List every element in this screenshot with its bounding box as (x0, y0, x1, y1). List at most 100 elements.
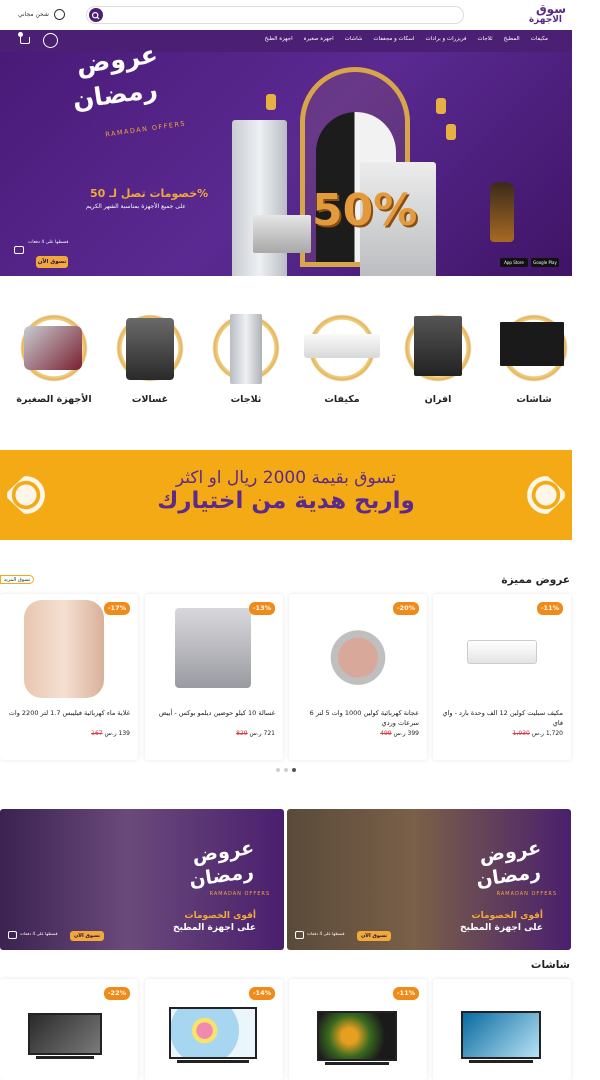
current-price: 721 ر.س (249, 730, 276, 737)
microwave-image (253, 215, 311, 253)
logo-line1: سوق (535, 2, 566, 16)
category-label: مكيفات (324, 394, 360, 405)
nav-item[interactable]: شاشات (345, 36, 363, 42)
banner-line2: على اجهزة المطبخ (172, 923, 256, 933)
discount-badge: -13% (249, 602, 275, 615)
tv-stand (36, 1056, 94, 1059)
ac-icon (304, 334, 380, 358)
hero-discount-sub: على جميع الأجهزة بمناسبة الشهر الكريم (86, 203, 186, 210)
banner-line1: أقوى الخصومات (184, 911, 256, 921)
lantern-icon (490, 182, 514, 242)
discount-badge: -11% (537, 602, 563, 615)
old-price: 167 (91, 730, 103, 737)
washer-icon (126, 318, 174, 380)
free-shipping-label[interactable]: شحن مجاني (18, 11, 49, 18)
tv-image[interactable] (28, 1013, 102, 1055)
product-image[interactable] (175, 608, 251, 688)
hero-installment-text: قسطها على 4 دفعات (28, 240, 69, 245)
screens-title: شاشات (530, 959, 570, 971)
ramadan-banner[interactable]: عروض رمضان RAMADAN OFFERS أقوى الخصومات على … (287, 809, 571, 950)
product-price: 1,720 ر.س 1,930 (513, 730, 563, 737)
installment-icon (14, 246, 24, 254)
tv-stand (177, 1060, 249, 1063)
ramadan-banner[interactable]: عروض رمضان RAMADAN OFFERS أقوى الخصومات على … (0, 809, 284, 950)
category-label: غسالات (131, 394, 169, 405)
banner-shop-button[interactable]: تسوق الآن (357, 931, 391, 941)
tv-image[interactable] (461, 1011, 541, 1059)
nav-item[interactable]: ثلاجات (478, 36, 493, 42)
installment-icon (295, 931, 304, 939)
promo-line2: واربح هدية من اختيارك (157, 488, 415, 514)
product-price: 721 ر.س 829 (236, 730, 275, 737)
cart-icon[interactable] (20, 37, 30, 44)
banner-shop-button[interactable]: تسوق الآن (70, 931, 104, 941)
current-price: 139 ر.س (104, 730, 131, 737)
product-price: 399 ر.س 499 (380, 730, 419, 737)
tv-image[interactable] (317, 1011, 397, 1061)
small-appliances-icon (24, 326, 82, 370)
user-icon[interactable] (43, 33, 58, 48)
current-price: 1,720 ر.س (531, 730, 563, 737)
product-name[interactable]: غلاية ماء كهربائية فيليبس 1.7 لتر 2200 و… (8, 708, 130, 718)
nav-item[interactable]: المطبخ (504, 36, 520, 42)
discount-badge: -14% (249, 987, 275, 1000)
logo-line2: الاجهزة (528, 15, 562, 25)
google-play-badge[interactable]: Google Play (531, 258, 559, 267)
oven-icon (414, 316, 462, 376)
carousel-dot[interactable] (276, 768, 280, 772)
search-icon[interactable] (89, 8, 103, 22)
nav-item[interactable]: اسكات و مجففات (373, 36, 414, 42)
product-card[interactable]: -14% (145, 979, 283, 1080)
product-card[interactable]: -13% غسالة 10 كيلو حوضين ديلمو بوكس - أبي… (145, 594, 283, 760)
category-label: ثلاجات (230, 394, 262, 405)
hero-shop-button[interactable]: تسوق الآن (36, 256, 68, 268)
app-store-badge[interactable]: App Store (500, 258, 528, 267)
nav-item[interactable]: فريزرات و برادات (426, 36, 467, 42)
banner-subtitle: RAMADAN OFFERS (209, 891, 270, 897)
promo-line1: تسوق بقيمة 2000 ريال او اكثر (175, 468, 397, 488)
product-card[interactable]: -11% (289, 979, 427, 1080)
globe-icon[interactable] (54, 9, 65, 20)
product-price: 139 ر.س 167 (91, 730, 130, 737)
carousel-dot[interactable] (292, 768, 296, 772)
product-card[interactable] (433, 979, 571, 1080)
category-label: افران (424, 394, 452, 405)
product-name[interactable]: عجانة كهربائية كولين 1000 وات 5 لتر 6 سر… (297, 708, 419, 728)
tv-icon (500, 322, 564, 366)
site-logo[interactable]: سوق الاجهزة (522, 2, 566, 28)
old-price: 1,930 (512, 730, 530, 737)
product-card[interactable]: -20% عجانة كهربائية كولين 1000 وات 5 لتر … (289, 594, 427, 760)
banner-line1: أقوى الخصومات (471, 911, 543, 921)
hero-discount-text: خصومات تصل لـ 50% (90, 187, 209, 200)
banner-installment-text: قسطها على 4 دفعات (20, 931, 58, 936)
product-name[interactable]: مكيف سبليت كولين 12 الف وحدة بارد - واي … (441, 708, 563, 728)
current-price: 399 ر.س (393, 730, 420, 737)
carousel-dots (276, 768, 296, 772)
product-name[interactable]: غسالة 10 كيلو حوضين ديلمو بوكس - أبيض (153, 708, 275, 718)
lantern-icon (446, 124, 456, 140)
nav-item[interactable]: اجهزة صغيرة (304, 36, 334, 42)
discount-badge: -17% (104, 602, 130, 615)
lantern-icon (266, 94, 276, 110)
nav-item[interactable]: مكيفات (531, 36, 548, 42)
carousel-dot[interactable] (284, 768, 288, 772)
nav-item[interactable]: اجهزة الطبخ (265, 36, 293, 42)
product-image[interactable] (325, 612, 391, 688)
product-image[interactable] (24, 600, 104, 698)
discount-badge: -11% (393, 987, 419, 1000)
tv-stand (325, 1062, 389, 1065)
old-price: 829 (236, 730, 248, 737)
product-image[interactable] (467, 640, 537, 664)
product-card[interactable]: -17% غلاية ماء كهربائية فيليبس 1.7 لتر 22… (0, 594, 138, 760)
product-card[interactable]: -22% (0, 979, 138, 1080)
discount-badge: -20% (393, 602, 419, 615)
hero-big-number: 50% (312, 185, 418, 236)
old-price: 499 (380, 730, 392, 737)
product-card[interactable]: -11% مكيف سبليت كولين 12 الف وحدة بارد - … (433, 594, 571, 760)
tv-image[interactable] (169, 1007, 257, 1059)
tv-stand (469, 1060, 533, 1063)
search-input[interactable] (86, 6, 464, 24)
lantern-icon (436, 98, 446, 114)
shop-more-button[interactable]: تسوق المزيد (0, 575, 34, 584)
featured-title: عروض مميزة (501, 574, 570, 586)
